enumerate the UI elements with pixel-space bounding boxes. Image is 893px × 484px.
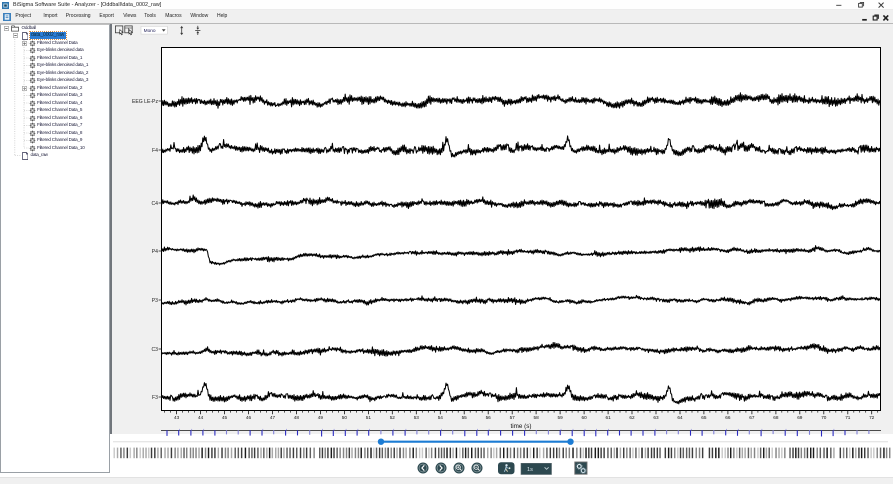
- svg-text:1s: 1s: [527, 467, 533, 473]
- svg-text:52: 52: [390, 415, 396, 420]
- svg-text:P4: P4: [152, 249, 158, 255]
- svg-text:71: 71: [845, 415, 851, 420]
- svg-text:61: 61: [605, 415, 611, 420]
- svg-text:EEG LE-Pz: EEG LE-Pz: [132, 99, 158, 105]
- svg-text:55: 55: [462, 415, 468, 420]
- svg-text:65: 65: [701, 415, 707, 420]
- svg-text:46: 46: [246, 415, 252, 420]
- svg-text:69: 69: [797, 415, 803, 420]
- svg-text:67: 67: [749, 415, 755, 420]
- svg-text:63: 63: [653, 415, 659, 420]
- svg-text:43: 43: [174, 415, 180, 420]
- svg-text:62: 62: [629, 415, 635, 420]
- svg-text:49: 49: [318, 415, 324, 420]
- svg-text:50: 50: [342, 415, 348, 420]
- svg-text:Mono: Mono: [144, 28, 156, 34]
- svg-text:45: 45: [222, 415, 228, 420]
- svg-text:P3: P3: [152, 298, 158, 304]
- svg-text:56: 56: [486, 415, 492, 420]
- svg-text:72: 72: [869, 415, 875, 420]
- svg-text:F3: F3: [152, 395, 158, 401]
- svg-text:time (s): time (s): [511, 423, 532, 430]
- svg-text:51: 51: [366, 415, 372, 420]
- svg-text:F4: F4: [152, 148, 158, 154]
- svg-text:64: 64: [677, 415, 683, 420]
- svg-text:57: 57: [510, 415, 516, 420]
- svg-text:58: 58: [533, 415, 539, 420]
- svg-text:70: 70: [821, 415, 827, 420]
- svg-text:60: 60: [581, 415, 587, 420]
- svg-text:53: 53: [414, 415, 420, 420]
- svg-text:68: 68: [773, 415, 779, 420]
- svg-text:C3: C3: [151, 347, 158, 353]
- svg-text:54: 54: [438, 415, 444, 420]
- svg-text:44: 44: [198, 415, 204, 420]
- svg-text:59: 59: [557, 415, 563, 420]
- svg-text:48: 48: [294, 415, 300, 420]
- svg-text:C4: C4: [151, 201, 158, 207]
- svg-text:47: 47: [270, 415, 276, 420]
- svg-text:66: 66: [725, 415, 731, 420]
